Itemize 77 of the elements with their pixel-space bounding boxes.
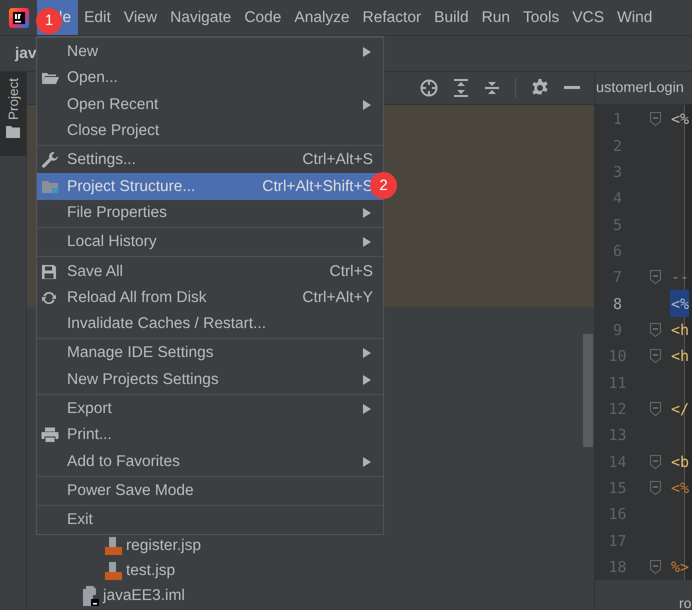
fold-marker-icon[interactable] [650, 480, 660, 495]
menu-item[interactable]: Navigate [164, 0, 238, 35]
code-text: <% [670, 109, 690, 130]
submenu-arrow-icon [363, 404, 371, 414]
menu-item[interactable]: Tools [517, 0, 566, 35]
code-text: </ [670, 398, 690, 420]
tree-item[interactable]: javaEE3.iml [103, 586, 185, 604]
menu-item[interactable]: Save All Ctrl+S [37, 258, 383, 285]
file-icon [83, 586, 99, 606]
folder-icon [41, 178, 59, 195]
menu-item[interactable]: Exit [37, 507, 383, 534]
menu-item[interactable]: Print... [37, 422, 383, 448]
menu-item[interactable]: Build [428, 0, 476, 35]
app-logo-icon[interactable] [8, 8, 28, 28]
refresh-icon [41, 290, 57, 306]
menu-item[interactable]: New Projects Settings [37, 366, 383, 393]
submenu-arrow-icon [363, 208, 371, 218]
menu-item[interactable]: Open Recent [37, 92, 383, 118]
fold-marker-icon[interactable] [650, 402, 660, 416]
menu-item[interactable]: Settings... Ctrl+Alt+S [37, 147, 383, 174]
fold-marker-icon[interactable] [650, 270, 660, 284]
menu-item[interactable]: File Properties [37, 200, 383, 226]
code-text: <h [670, 320, 690, 341]
menu-item[interactable]: Manage IDE Settings [37, 340, 383, 367]
target-icon[interactable] [420, 79, 438, 97]
folder-icon [41, 71, 59, 86]
tree-item[interactable]: register.jsp [126, 536, 201, 554]
jsp-file-icon [104, 562, 122, 580]
folder-icon [6, 126, 20, 138]
submenu-arrow-icon [363, 47, 371, 58]
code-text: -- [670, 267, 690, 288]
project-tool-tab[interactable]: Project [0, 72, 26, 156]
breadcrumb[interactable]: ro [679, 596, 692, 610]
menu-item[interactable]: Code [238, 0, 288, 35]
menu-item[interactable]: Reload All from Disk Ctrl+Alt+Y [37, 284, 383, 311]
expand-all-icon[interactable] [453, 79, 469, 97]
fold-marker-icon[interactable] [650, 560, 660, 574]
submenu-arrow-icon [363, 456, 371, 467]
menu-item[interactable]: Local History [37, 229, 383, 256]
code-text: <b [670, 452, 690, 473]
code-text: %> [670, 557, 690, 578]
fold-marker-icon[interactable] [650, 112, 660, 126]
submenu-arrow-icon [363, 374, 371, 385]
scrollbar-thumb[interactable] [583, 334, 593, 447]
menu-item[interactable]: Invalidate Caches / Restart... [37, 310, 383, 338]
fold-marker-icon[interactable] [650, 322, 660, 337]
menu-item[interactable]: New [37, 39, 383, 66]
submenu-arrow-icon [363, 237, 371, 248]
submenu-arrow-icon [363, 348, 371, 358]
code-text: <% [670, 290, 690, 317]
fold-marker-icon[interactable] [650, 454, 660, 469]
menu-item[interactable]: Close Project [37, 118, 383, 144]
menu-item[interactable]: VCS [566, 0, 612, 35]
menu-item[interactable]: Add to Favorites [37, 448, 383, 475]
minimize-icon[interactable] [564, 86, 580, 90]
menu-item[interactable]: Power Save Mode [37, 478, 383, 504]
editor-tab[interactable]: ustomerLogin [595, 72, 692, 105]
project-title: jav [15, 44, 37, 62]
menu-item[interactable]: Wind [611, 0, 660, 35]
submenu-arrow-icon [363, 100, 371, 110]
menu-item[interactable]: Export [37, 396, 383, 422]
menu-item[interactable]: Open... [37, 65, 383, 92]
menu-item[interactable]: Edit [78, 0, 118, 35]
step-badge: 1 [36, 8, 62, 34]
collapse-all-icon[interactable] [484, 79, 500, 97]
menu-item[interactable]: Run [476, 0, 518, 35]
fold-marker-icon[interactable] [650, 349, 660, 364]
printer-icon [41, 427, 59, 444]
settings-icon[interactable] [531, 79, 549, 97]
menu-item[interactable]: Refactor [356, 0, 428, 35]
menu-item[interactable]: View [118, 0, 164, 35]
jsp-file-icon [104, 536, 122, 554]
menu-item[interactable]: Analyze [288, 0, 357, 35]
tree-item[interactable]: test.jsp [126, 562, 176, 580]
wrench-icon [41, 151, 59, 170]
code-text: <h [670, 346, 690, 368]
code-text: <% [670, 478, 690, 499]
